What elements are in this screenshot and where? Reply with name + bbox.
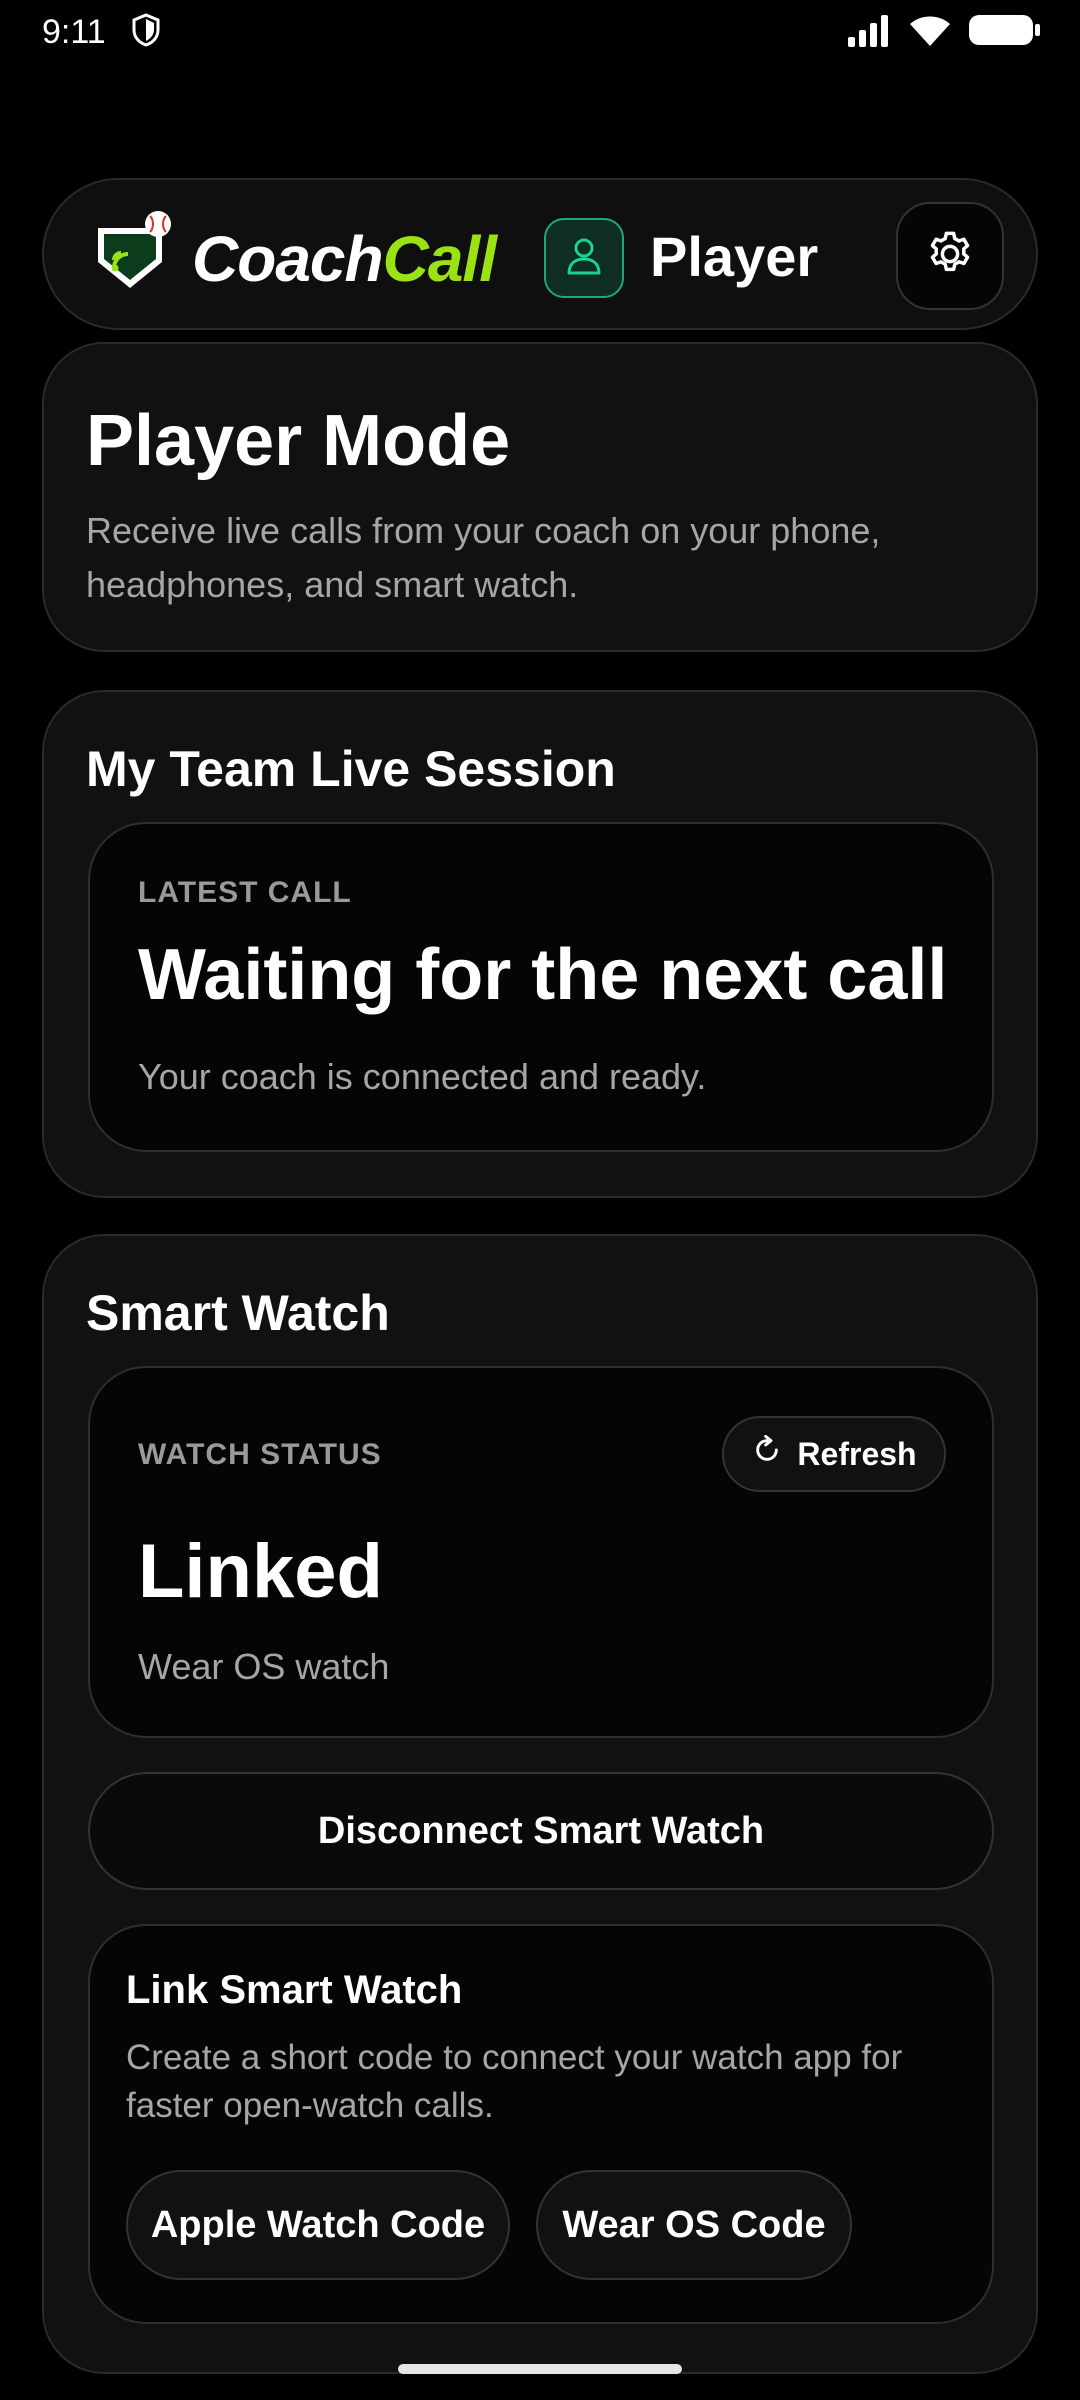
- session-title: My Team Live Session: [86, 741, 616, 797]
- battery-icon: [968, 13, 1040, 52]
- latest-call-subtitle: Your coach is connected and ready.: [138, 1056, 707, 1097]
- disconnect-smart-watch-button[interactable]: Disconnect Smart Watch: [88, 1772, 994, 1890]
- player-screen: 9:11 CoachCall Player Player Mode Receiv…: [0, 0, 1080, 2400]
- mode-description: Receive live calls from your coach on yo…: [86, 510, 881, 605]
- live-session-card: My Team Live Session LATEST CALL Waiting…: [42, 690, 1038, 1198]
- smart-watch-card: Smart Watch WATCH STATUS Refresh Linked …: [42, 1234, 1038, 2374]
- status-bar: 9:11: [0, 0, 1080, 64]
- player-role-badge: [544, 218, 624, 298]
- app-header: CoachCall Player: [42, 178, 1038, 330]
- link-smart-watch-panel: Link Smart Watch Create a short code to …: [88, 1924, 994, 2324]
- status-left: 9:11: [42, 13, 162, 52]
- signal-icon: [846, 13, 892, 52]
- home-indicator[interactable]: [398, 2364, 682, 2374]
- watch-status-panel: WATCH STATUS Refresh Linked Wear OS watc…: [88, 1366, 994, 1738]
- smart-watch-title: Smart Watch: [86, 1285, 390, 1341]
- link-smart-watch-title: Link Smart Watch: [126, 1968, 463, 2012]
- apple-watch-code-button[interactable]: Apple Watch Code: [126, 2170, 510, 2280]
- latest-call-panel: LATEST CALL Waiting for the next call Yo…: [88, 822, 994, 1152]
- watch-type: Wear OS watch: [138, 1646, 390, 1687]
- logo-coach-text: Coach: [192, 223, 384, 295]
- gear-icon: [924, 228, 976, 285]
- user-icon: [562, 234, 606, 283]
- link-smart-watch-description: Create a short code to connect your watc…: [126, 2038, 903, 2125]
- wifi-icon: [908, 13, 952, 52]
- refresh-button[interactable]: Refresh: [722, 1416, 946, 1492]
- wear-os-code-button[interactable]: Wear OS Code: [536, 2170, 852, 2280]
- latest-call-label: LATEST CALL: [138, 876, 352, 909]
- refresh-icon: [751, 1434, 783, 1474]
- status-time: 9:11: [42, 12, 106, 51]
- watch-status-label: WATCH STATUS: [138, 1438, 382, 1471]
- mode-title: Player Mode: [86, 401, 511, 481]
- home-plate-logo-icon: [94, 210, 204, 305]
- logo-wordmark: CoachCall: [192, 222, 497, 296]
- settings-button[interactable]: [896, 202, 1004, 310]
- player-mode-card: Player Mode Receive live calls from your…: [42, 342, 1038, 652]
- status-right: [846, 13, 1040, 52]
- logo-call-text: Call: [382, 223, 497, 295]
- shield-icon: [130, 12, 162, 52]
- watch-status-value: Linked: [138, 1529, 383, 1614]
- refresh-label: Refresh: [797, 1435, 917, 1472]
- coachcall-logo: CoachCall: [94, 210, 504, 300]
- role-label: Player: [650, 225, 819, 288]
- latest-call-title: Waiting for the next call: [138, 935, 948, 1015]
